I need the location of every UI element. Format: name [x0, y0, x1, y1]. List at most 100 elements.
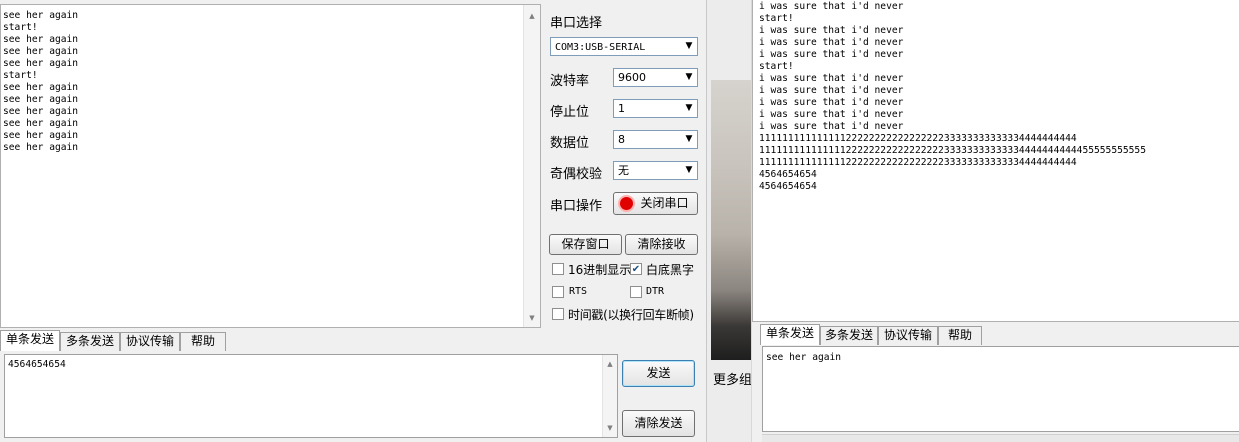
tab-help[interactable]: 帮助: [180, 332, 226, 351]
data-bits-label: 数据位: [550, 136, 590, 151]
port-operation-label: 串口操作: [550, 199, 603, 214]
scroll-down-arrow-icon[interactable]: ▼: [524, 313, 540, 323]
stop-bits-label: 停止位: [550, 105, 590, 120]
port-select[interactable]: COM3:USB-SERIAL ▼: [550, 37, 698, 56]
left-receive-text: see her again start! see her again see her …: [3, 10, 78, 154]
left-receive-scrollbar[interactable]: ▲ ▼: [523, 5, 540, 327]
receive-line: 1111111111111112222222222222222233333333…: [759, 157, 1077, 168]
receive-line: i was sure that i'd never: [759, 25, 904, 36]
left-send-text: 4564654654: [8, 359, 66, 370]
port-status-led-icon: [620, 197, 633, 210]
port-select-value: COM3:USB-SERIAL: [555, 42, 646, 53]
background-window-strip: 更多组: [706, 0, 756, 442]
left-receive-area[interactable]: see her again start! see her again see her …: [0, 4, 541, 328]
receive-line: i was sure that i'd never: [759, 85, 904, 96]
clear-receive-button[interactable]: 清除接收: [625, 234, 698, 255]
tab-multi-send[interactable]: 多条发送: [60, 332, 120, 351]
right-receive-text: i was sure that i'd never start! i was sur…: [759, 1, 1146, 193]
send-label: 发送: [646, 366, 671, 380]
right-receive-area[interactable]: i was sure that i'd never start! i was sur…: [752, 0, 1239, 322]
data-bits-value: 8: [618, 133, 625, 146]
tab-protocol[interactable]: 协议传输: [878, 326, 938, 345]
tab-label: 帮助: [947, 328, 972, 342]
receive-line: see her again: [3, 94, 79, 105]
baud-value: 9600: [618, 71, 646, 84]
tab-label: 多条发送: [65, 334, 114, 348]
parity-label: 奇偶校验: [550, 167, 603, 182]
receive-line: 4564654654: [759, 181, 817, 192]
stop-bits-select[interactable]: 1 ▼: [613, 99, 698, 118]
right-window: i was sure that i'd never start! i was sur…: [752, 0, 1239, 442]
hex-display-checkbox[interactable]: [552, 263, 564, 275]
scroll-up-arrow-icon[interactable]: ▲: [524, 11, 540, 21]
chevron-down-icon: ▼: [685, 103, 693, 113]
save-window-button[interactable]: 保存窗口: [549, 234, 622, 255]
tab-label: 协议传输: [125, 334, 174, 348]
tab-label: 多条发送: [824, 328, 873, 342]
dtr-label: DTR: [646, 286, 665, 297]
clear-receive-label: 清除接收: [637, 237, 686, 251]
receive-line: i was sure that i'd never: [759, 97, 904, 108]
receive-line: see her again: [3, 46, 79, 57]
chevron-down-icon: ▼: [685, 134, 693, 144]
rts-checkbox[interactable]: [552, 286, 564, 298]
port-select-label: 串口选择: [550, 16, 603, 31]
data-bits-select[interactable]: 8 ▼: [613, 130, 698, 149]
tab-single-send[interactable]: 单条发送: [0, 330, 60, 351]
receive-line: start!: [3, 22, 38, 33]
tab-label: 单条发送: [5, 332, 54, 346]
receive-line: 1111111111111112222222222222222233333333…: [759, 133, 1077, 144]
receive-line: 4564654654: [759, 169, 817, 180]
send-button[interactable]: 发送: [622, 360, 695, 387]
tab-single-send[interactable]: 单条发送: [760, 324, 820, 345]
receive-line: start!: [759, 13, 794, 24]
receive-line: see her again: [3, 118, 79, 129]
close-port-button[interactable]: 关闭串口: [613, 192, 698, 215]
chevron-down-icon: ▼: [685, 41, 693, 51]
receive-line: i was sure that i'd never: [759, 73, 904, 84]
white-bg-checkbox[interactable]: ✔: [630, 263, 642, 275]
receive-line: see her again: [3, 106, 79, 117]
left-send-scrollbar[interactable]: ▲ ▼: [602, 355, 617, 437]
receive-line: see her again: [3, 10, 79, 21]
left-window: see her again start! see her again see her …: [0, 0, 706, 442]
receive-line: start!: [3, 70, 38, 81]
baud-select[interactable]: 9600 ▼: [613, 68, 698, 87]
receive-line: i was sure that i'd never: [759, 109, 904, 120]
receive-line: 1111111111111112222222222222222233333333…: [759, 145, 1146, 156]
timestamp-checkbox[interactable]: [552, 308, 564, 320]
receive-line: see her again: [3, 130, 79, 141]
tab-label: 协议传输: [883, 328, 932, 342]
baud-label: 波特率: [550, 74, 590, 89]
receive-line: i was sure that i'd never: [759, 37, 904, 48]
parity-value: 无: [618, 164, 629, 177]
scroll-up-arrow-icon[interactable]: ▲: [603, 359, 617, 369]
hex-display-label: 16进制显示: [568, 263, 632, 277]
receive-line: see her again: [3, 142, 79, 153]
right-send-input[interactable]: see her again: [762, 346, 1239, 432]
close-port-label: 关闭串口: [640, 196, 689, 210]
clear-send-button[interactable]: 清除发送: [622, 410, 695, 437]
background-photo: [711, 80, 753, 360]
receive-line: i was sure that i'd never: [759, 121, 904, 132]
white-bg-label: 白底黑字: [646, 263, 695, 277]
tab-multi-send[interactable]: 多条发送: [820, 326, 878, 345]
receive-line: start!: [759, 61, 794, 72]
receive-line: see her again: [3, 58, 79, 69]
timestamp-label: 时间戳(以换行回车断帧): [568, 308, 694, 322]
chevron-down-icon: ▼: [685, 72, 693, 82]
tab-protocol[interactable]: 协议传输: [120, 332, 180, 351]
chevron-down-icon: ▼: [685, 165, 693, 175]
receive-line: i was sure that i'd never: [759, 49, 904, 60]
tab-help[interactable]: 帮助: [938, 326, 982, 345]
receive-line: see her again: [3, 34, 79, 45]
scroll-down-arrow-icon[interactable]: ▼: [603, 423, 617, 433]
stop-bits-value: 1: [618, 102, 625, 115]
tab-label: 帮助: [190, 334, 215, 348]
clear-send-label: 清除发送: [634, 416, 683, 430]
left-send-input[interactable]: 4564654654 ▲ ▼: [4, 354, 618, 438]
parity-select[interactable]: 无 ▼: [613, 161, 698, 180]
receive-line: see her again: [3, 82, 79, 93]
dtr-checkbox[interactable]: [630, 286, 642, 298]
tab-label: 单条发送: [765, 326, 814, 340]
